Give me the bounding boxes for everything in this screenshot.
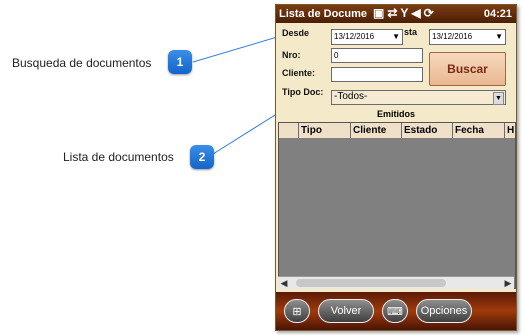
column-header-fecha[interactable]: Fecha — [453, 123, 505, 138]
opciones-button[interactable]: Opciones — [416, 299, 472, 323]
column-header-select[interactable] — [279, 123, 299, 138]
list-title: Emitidos — [376, 109, 415, 119]
tipo-doc-select[interactable]: -Todos- ▼ — [331, 90, 506, 105]
chevron-down-icon: ▼ — [392, 32, 400, 41]
window-title: Lista de Docume — [279, 8, 368, 20]
scroll-left-icon[interactable]: ◀ — [278, 277, 290, 289]
column-header-cliente[interactable]: Cliente — [351, 123, 402, 138]
hasta-date-picker[interactable]: 13/12/2016 ▼ — [429, 29, 506, 45]
cliente-input[interactable] — [331, 67, 423, 82]
column-header-estado[interactable]: Estado — [402, 123, 453, 138]
nro-label: Nro: — [282, 50, 301, 60]
hasta-label: sta — [404, 27, 418, 37]
column-header-h[interactable]: H — [505, 123, 515, 138]
desde-date-value: 13/12/2016 — [334, 32, 375, 41]
no-signal-icon[interactable]: Y — [400, 6, 411, 20]
hasta-date-value: 13/12/2016 — [432, 32, 473, 41]
grid-header: Tipo Cliente Estado Fecha H — [279, 123, 515, 138]
keyboard-icon[interactable]: ⌨ — [382, 299, 408, 323]
callout-label-busqueda: Busqueda de documentos — [12, 56, 152, 70]
desde-date-picker[interactable]: 13/12/2016 ▼ — [331, 29, 403, 45]
softkey-bar: ⊞ Volver ⌨ Opciones — [276, 292, 516, 330]
windows-start-icon[interactable]: ⊞ — [284, 299, 310, 323]
scroll-right-icon[interactable]: ▶ — [502, 277, 514, 289]
signal-sync-icon[interactable]: ⇄ — [387, 6, 400, 20]
documents-grid[interactable]: Tipo Cliente Estado Fecha H — [278, 122, 516, 289]
cliente-label: Cliente: — [282, 68, 316, 78]
callout-badge-2: 2 — [190, 145, 214, 169]
horizontal-scrollbar[interactable]: ◀ ▶ — [278, 276, 514, 289]
nro-input[interactable]: 0 — [331, 48, 423, 63]
message-icon[interactable]: ▣ — [373, 6, 387, 20]
tipo-doc-value: -Todos- — [334, 91, 368, 102]
chevron-down-icon: ▼ — [495, 32, 503, 41]
device-screen: Lista de Docume ▣⇄Y◀⟳ 04:21 Desde 13/12/… — [275, 4, 517, 331]
column-header-tipo[interactable]: Tipo — [299, 123, 351, 138]
buscar-button[interactable]: Buscar — [429, 52, 506, 86]
status-icons: ▣⇄Y◀⟳ — [373, 6, 437, 20]
title-bar: Lista de Docume ▣⇄Y◀⟳ 04:21 — [276, 5, 516, 23]
tipo-doc-label: Tipo Doc: — [282, 87, 324, 97]
volver-button[interactable]: Volver — [318, 299, 374, 323]
callout-label-lista: Lista de documentos — [63, 150, 174, 164]
chevron-down-icon: ▼ — [493, 92, 504, 105]
sync-icon[interactable]: ⟳ — [424, 6, 437, 20]
scrollbar-thumb[interactable] — [296, 279, 446, 287]
desde-label: Desde — [282, 28, 310, 38]
volume-mute-icon[interactable]: ◀ — [411, 6, 423, 20]
clock[interactable]: 04:21 — [484, 8, 512, 20]
callout-badge-1: 1 — [168, 50, 192, 74]
